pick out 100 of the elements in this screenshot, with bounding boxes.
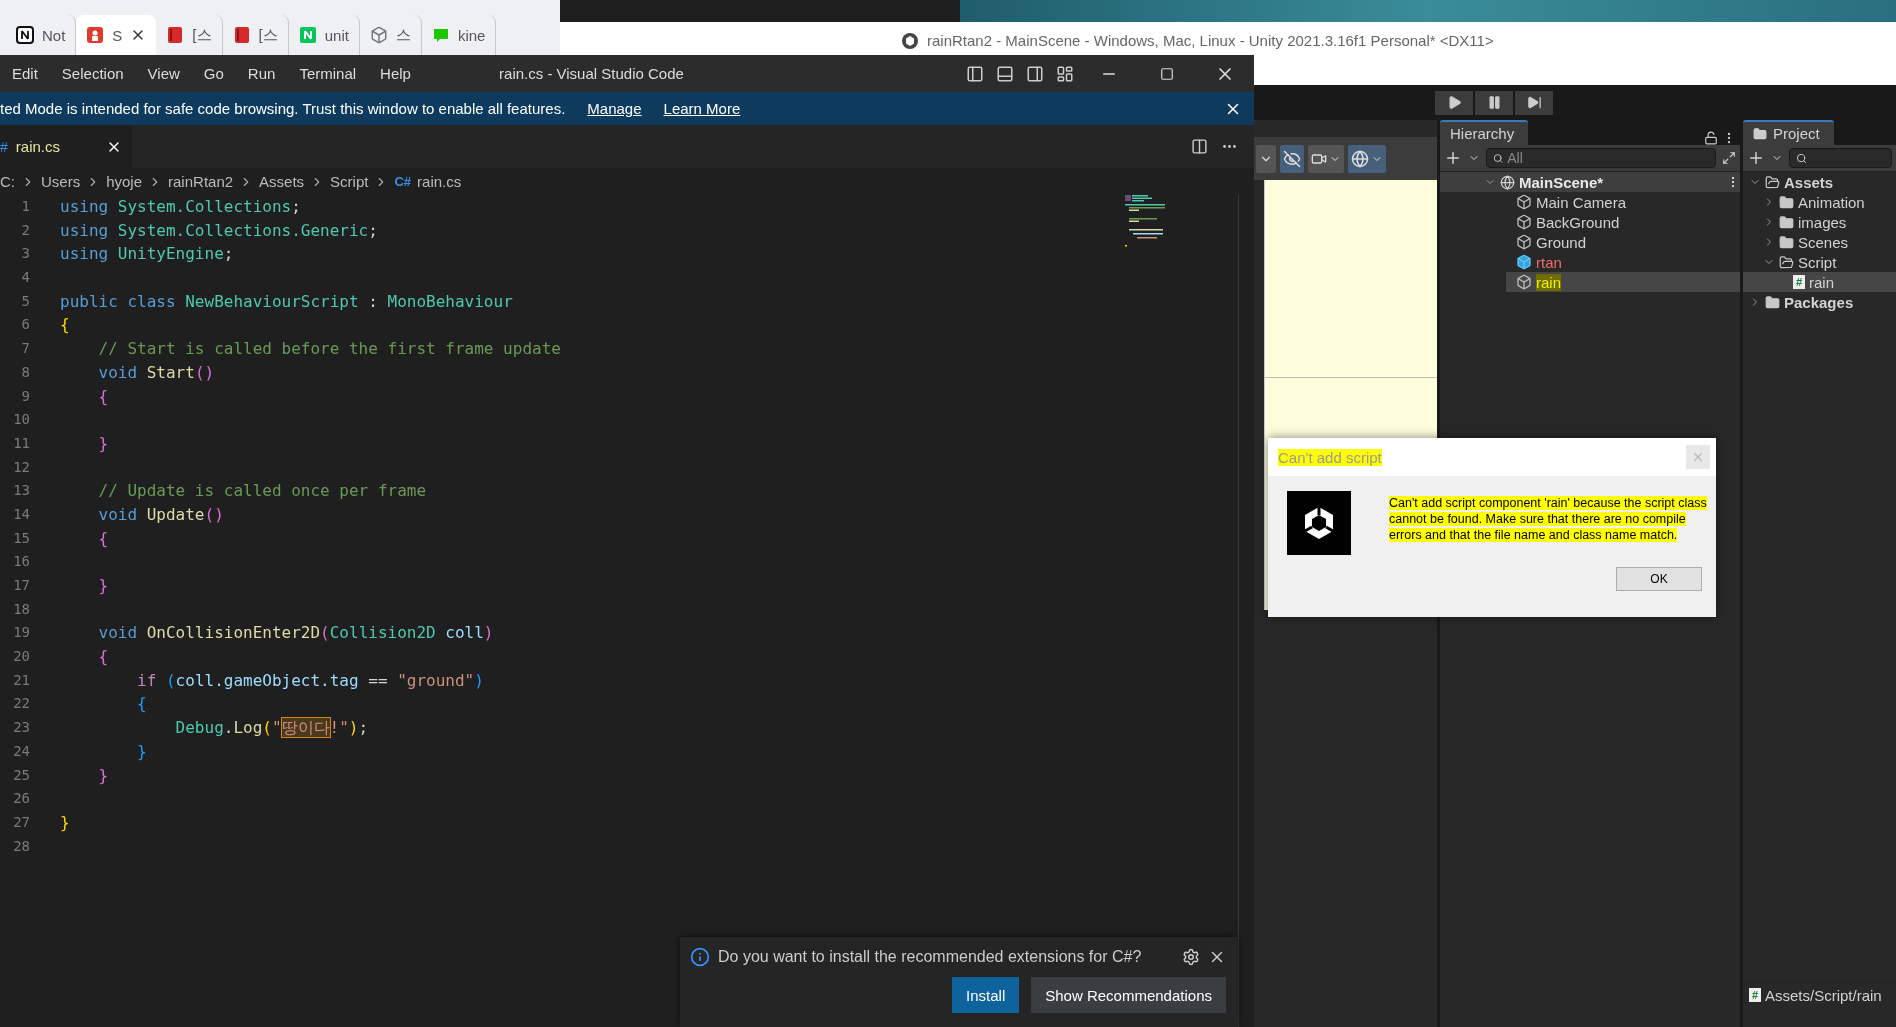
pause-icon bbox=[1486, 95, 1502, 110]
step-button[interactable] bbox=[1515, 90, 1553, 115]
gizmos-button[interactable] bbox=[1348, 144, 1386, 173]
folder-icon bbox=[1779, 194, 1794, 210]
line-number: 11 bbox=[13, 433, 30, 453]
menu-item[interactable]: View bbox=[135, 65, 192, 82]
shield-icon bbox=[86, 26, 105, 44]
search-field[interactable]: All bbox=[1486, 148, 1716, 168]
asset-path: Assets/Script/rain bbox=[1765, 986, 1882, 1004]
visibility-toggle[interactable] bbox=[1280, 144, 1304, 173]
banner-link[interactable]: Learn More bbox=[663, 100, 741, 117]
line-number: 8 bbox=[21, 362, 30, 382]
project-tab[interactable]: Project bbox=[1743, 120, 1834, 145]
browser-tab[interactable]: S bbox=[76, 15, 157, 55]
breadcrumb[interactable]: Assets bbox=[259, 173, 305, 190]
code-line: { bbox=[60, 314, 70, 337]
code-line: } bbox=[97, 575, 109, 597]
breadcrumb[interactable]: hyoje bbox=[106, 173, 143, 190]
breadcrumb[interactable]: C: bbox=[0, 173, 15, 190]
show-recommendations-button[interactable]: Show Recommendations bbox=[1031, 977, 1226, 1013]
code-line: { bbox=[97, 385, 109, 408]
tree-item[interactable]: Assets bbox=[1743, 172, 1896, 192]
line-number: 15 bbox=[13, 528, 30, 548]
secondary-sidebar-toggle-icon[interactable] bbox=[1026, 64, 1044, 83]
play-icon bbox=[1446, 95, 1462, 110]
banner-link[interactable]: Manage bbox=[587, 100, 642, 117]
info-icon bbox=[690, 947, 710, 967]
hierarchy-item[interactable]: Ground bbox=[1506, 232, 1740, 252]
lock-icon[interactable] bbox=[1704, 131, 1718, 145]
breadcrumb[interactable]: Users bbox=[41, 173, 81, 190]
book-icon bbox=[232, 26, 251, 44]
line-number: 23 bbox=[13, 718, 30, 738]
hierarchy-item[interactable]: BackGround bbox=[1506, 212, 1740, 232]
expand-icon[interactable] bbox=[1722, 151, 1736, 165]
code-line: Debug.Log("땅이다!"); bbox=[174, 717, 369, 740]
code-line: using System.Collections; bbox=[60, 196, 301, 218]
folder-icon bbox=[1779, 214, 1794, 230]
maximize-icon[interactable] bbox=[1160, 66, 1174, 81]
hierarchy-tab[interactable]: Hierarchy bbox=[1440, 120, 1529, 145]
code-line: using UnityEngine; bbox=[60, 243, 234, 266]
search-icon bbox=[1493, 152, 1504, 164]
line-number: 12 bbox=[13, 457, 30, 477]
dropdown-button[interactable] bbox=[1256, 144, 1276, 173]
tree-item[interactable]: Animation bbox=[1743, 192, 1896, 212]
split-editor-icon[interactable] bbox=[1190, 138, 1208, 155]
hierarchy-item[interactable]: rtan bbox=[1506, 252, 1740, 272]
square-icon bbox=[298, 26, 317, 44]
line-number: 14 bbox=[13, 504, 30, 524]
cube-icon bbox=[1516, 274, 1532, 290]
line-number: 3 bbox=[21, 244, 30, 264]
breadcrumb[interactable]: rainRtan2 bbox=[168, 173, 234, 190]
tree-item[interactable]: Packages bbox=[1743, 292, 1896, 312]
tree-item[interactable]: Script bbox=[1743, 252, 1896, 272]
settings-icon[interactable] bbox=[1182, 948, 1200, 966]
line-number: 9 bbox=[21, 386, 30, 406]
editor-tab[interactable]: # rain.cs bbox=[0, 125, 132, 168]
menu-item[interactable]: Run bbox=[235, 65, 288, 82]
unity-logo-icon bbox=[1287, 491, 1351, 555]
scene-icon bbox=[1500, 174, 1515, 190]
play-button[interactable] bbox=[1435, 90, 1473, 115]
menu-item[interactable]: Edit bbox=[0, 65, 50, 82]
layout-icon[interactable] bbox=[1056, 64, 1074, 83]
line-number: 4 bbox=[21, 268, 30, 288]
search-field[interactable] bbox=[1789, 148, 1892, 168]
camera-button[interactable] bbox=[1308, 144, 1344, 173]
menu-item[interactable]: Terminal bbox=[287, 65, 369, 82]
hierarchy-item[interactable]: Main Camera bbox=[1506, 192, 1740, 212]
line-number: 6 bbox=[21, 315, 30, 335]
line-number: 13 bbox=[13, 481, 30, 501]
book-icon bbox=[166, 26, 185, 44]
add-icon[interactable] bbox=[1747, 149, 1765, 167]
line-number: 20 bbox=[13, 647, 30, 667]
tree-item[interactable]: Scenes bbox=[1743, 232, 1896, 252]
breadcrumb[interactable]: Script bbox=[330, 173, 369, 190]
eye-off-icon bbox=[1283, 149, 1301, 168]
tree-item[interactable]: # rain bbox=[1743, 272, 1896, 292]
tree-item[interactable]: images bbox=[1743, 212, 1896, 232]
menu-item[interactable]: Go bbox=[191, 65, 236, 82]
window-title: rainRtan2 - MainScene - Windows, Mac, Linux - Unity 2021.3.16f1 Personal* <DX11> bbox=[927, 32, 1494, 49]
install-button[interactable]: Install bbox=[952, 977, 1020, 1013]
line-number: 24 bbox=[13, 741, 30, 761]
menu-item[interactable]: Help bbox=[368, 65, 423, 82]
scene-row[interactable]: MainScene* bbox=[1440, 172, 1740, 192]
cube-icon bbox=[1516, 214, 1532, 230]
line-number: 22 bbox=[13, 694, 30, 714]
pause-button[interactable] bbox=[1475, 90, 1513, 115]
add-icon[interactable] bbox=[1444, 149, 1462, 167]
hierarchy-item[interactable]: rain bbox=[1506, 272, 1740, 292]
sidebar-toggle-icon[interactable] bbox=[966, 64, 984, 83]
breadcrumb[interactable]: rain.cs bbox=[417, 173, 462, 190]
line-number: 1 bbox=[21, 197, 30, 216]
prefab-cube-icon bbox=[1516, 254, 1532, 270]
code-line: // Start is called before the first frame update bbox=[97, 338, 561, 361]
line-number: 5 bbox=[21, 291, 30, 311]
panel-toggle-icon[interactable] bbox=[996, 64, 1014, 83]
line-number: 21 bbox=[13, 670, 30, 690]
ok-button[interactable]: OK bbox=[1616, 567, 1702, 591]
menu-item[interactable]: Selection bbox=[49, 65, 136, 82]
code-line: // Update is called once per frame bbox=[97, 480, 427, 503]
csharp-file-icon: C# bbox=[394, 174, 412, 189]
